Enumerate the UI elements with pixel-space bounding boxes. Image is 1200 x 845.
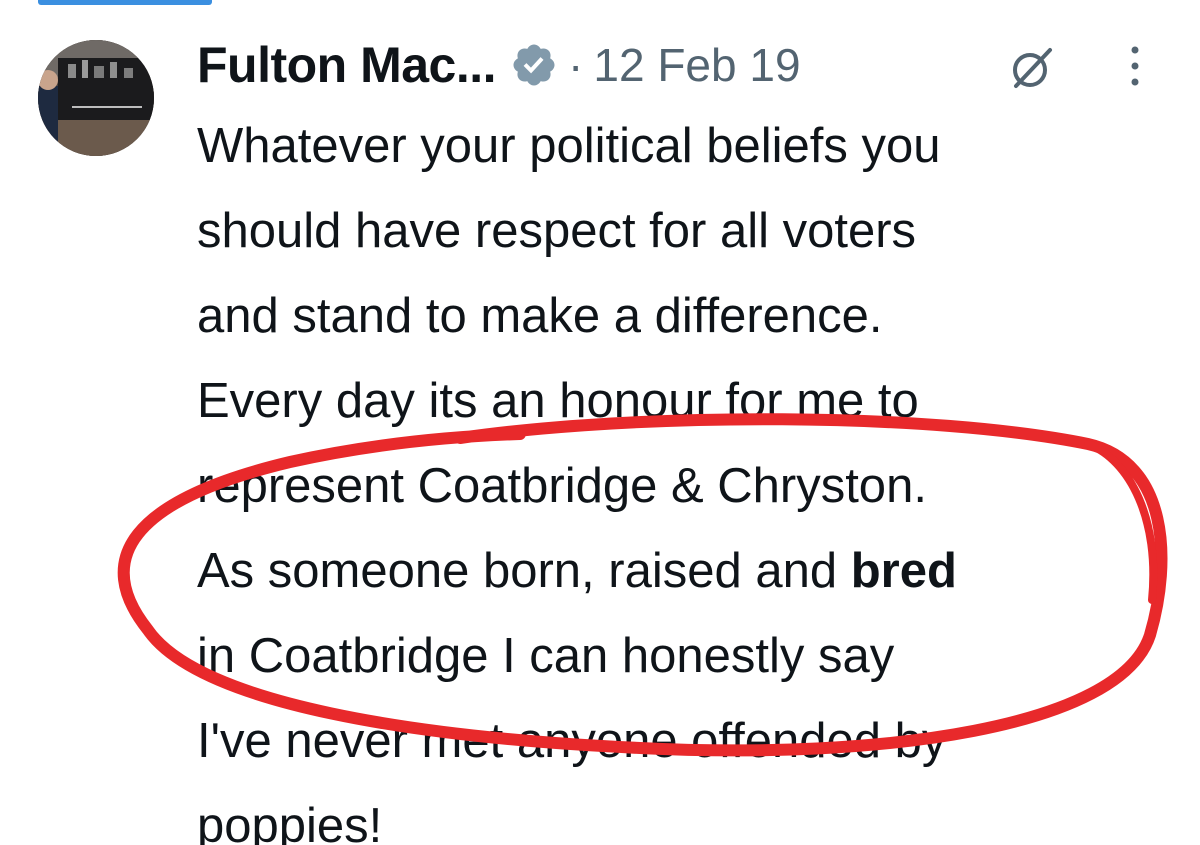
tweet-line-2: should have respect for all voters — [197, 204, 917, 258]
verified-badge-icon[interactable] — [510, 41, 558, 89]
tweet-line-1: Whatever your political beliefs you — [197, 119, 941, 173]
tweet-line-3: and stand to make a difference. — [197, 289, 883, 343]
tweet-line-9: poppies! — [197, 799, 383, 845]
tweet-line-8: I've never met anyone offended by — [197, 714, 947, 768]
author-name[interactable]: Fulton Mac... — [197, 36, 497, 94]
avatar[interactable] — [38, 40, 154, 156]
bold-word: bred — [850, 544, 957, 598]
tweet-header: Fulton Mac... · 12 Feb 19 — [197, 30, 801, 100]
avatar-image — [38, 40, 154, 156]
tweet-line-6: As someone born, raised and bred — [197, 529, 1187, 614]
header-separator: · — [568, 39, 584, 91]
tweet-line-4: Every day its an honour for me to — [197, 374, 919, 428]
top-accent-strip — [38, 0, 212, 5]
tweet-line-5: represent Coatbridge & Chryston. — [197, 459, 927, 513]
tweet-text: Whatever your political beliefs you shou… — [197, 104, 1187, 845]
tweet-line-6-text: As someone born, raised and — [197, 544, 851, 598]
grok-icon[interactable] — [1006, 42, 1058, 94]
tweet-line-7: in Coatbridge I can honestly say — [197, 629, 895, 683]
tweet-timestamp[interactable]: 12 Feb 19 — [593, 38, 800, 92]
more-vertical-icon[interactable] — [1124, 42, 1146, 92]
